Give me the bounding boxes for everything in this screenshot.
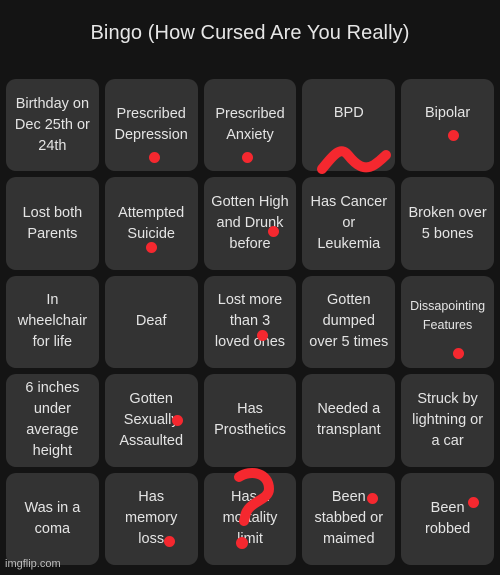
bingo-cell-assaulted[interactable]: Gotten Sexually Assaulted xyxy=(104,374,198,467)
marker-dot-attempted-suicide xyxy=(146,242,157,253)
bingo-cell-dissapointing-features[interactable]: Dissapointing Features xyxy=(401,275,494,369)
cell-label: Broken over 5 bones xyxy=(408,204,487,242)
cell-label: Lost more than 3 loved ones xyxy=(214,292,286,351)
cell-label: Prescribed Anxiety xyxy=(215,106,285,144)
bingo-cell-lost-loved-ones[interactable]: Lost more than 3 loved ones xyxy=(203,275,297,369)
bingo-cell-height[interactable]: 6 inches under average height xyxy=(6,374,99,467)
marker-dot-high-drunk xyxy=(268,226,279,237)
page-title: Bingo (How Cursed Are You Really) xyxy=(90,22,410,44)
marker-dot-bipolar xyxy=(448,130,459,141)
marker-dot-loved-ones xyxy=(257,330,268,341)
cell-label: Lost both Parents xyxy=(22,204,83,242)
cell-label: Attempted Suicide xyxy=(118,204,185,242)
marker-dot-depression xyxy=(149,152,160,163)
cell-label: Been robbed xyxy=(425,499,471,537)
bingo-cell-transplant[interactable]: Needed a transplant xyxy=(302,374,396,467)
bingo-cell-deaf[interactable]: Deaf xyxy=(104,275,198,369)
marker-dot-assaulted xyxy=(172,415,183,426)
bingo-cell-coma[interactable]: Was in a coma xyxy=(6,472,99,565)
cell-label: Dissapointing Features xyxy=(410,298,486,332)
cell-label: Needed a transplant xyxy=(316,401,381,439)
cell-label: Gotten High and Drunk before xyxy=(211,194,289,253)
cell-label: Struck by lightning or a car xyxy=(412,390,484,449)
marker-dot-anxiety xyxy=(242,152,253,163)
cell-label: 6 inches under average height xyxy=(25,380,80,460)
bingo-cell-bpd[interactable]: BPD xyxy=(302,79,396,172)
marker-dot-dissapointing xyxy=(453,348,464,359)
cell-label: Deaf xyxy=(135,313,167,330)
bingo-cell-lost-parents[interactable]: Lost both Parents xyxy=(6,177,99,270)
cell-label: Bipolar xyxy=(425,104,471,121)
bingo-cell-wheelchair[interactable]: In wheelchair for life xyxy=(6,275,99,369)
bingo-cell-struck[interactable]: Struck by lightning or a car xyxy=(401,374,494,467)
bingo-cell-prosthetics[interactable]: Has Prosthetics xyxy=(203,374,297,467)
marker-dot-stabbed xyxy=(367,493,378,504)
cell-label: BPD xyxy=(333,104,364,121)
cell-label: Birthday on Dec 25th or 24th xyxy=(14,95,90,154)
bingo-cell-birthday[interactable]: Birthday on Dec 25th or 24th xyxy=(6,79,99,172)
cell-label: Has a mortality limit xyxy=(222,489,278,548)
marker-dot-robbed xyxy=(468,497,479,508)
cell-label: Has Prosthetics xyxy=(214,401,286,439)
bingo-cell-robbed[interactable]: Been robbed xyxy=(401,472,494,565)
bingo-cell-broken-bones[interactable]: Broken over 5 bones xyxy=(401,177,494,270)
cell-label: Gotten dumped over 5 times xyxy=(309,292,389,351)
cell-label: In wheelchair for life xyxy=(17,292,88,351)
bingo-cell-bipolar[interactable]: Bipolar xyxy=(401,79,494,172)
cell-label: Has Cancer or Leukemia xyxy=(310,194,388,253)
watermark: imgflip.com xyxy=(5,558,61,570)
marker-dot-memory-loss xyxy=(164,536,175,547)
cell-label: Was in a coma xyxy=(24,499,81,537)
bingo-cell-high-drunk[interactable]: Gotten High and Drunk before xyxy=(203,177,297,270)
bingo-cell-mortality-limit[interactable]: Has a mortality limit xyxy=(203,472,297,565)
bingo-cell-memory-loss[interactable]: Has memory loss xyxy=(104,472,198,565)
cell-label: Prescribed Depression xyxy=(114,106,188,144)
bingo-cell-cancer[interactable]: Has Cancer or Leukemia xyxy=(302,177,396,270)
bingo-cell-dumped[interactable]: Gotten dumped over 5 times xyxy=(302,275,396,369)
bingo-cell-attempted-suicide[interactable]: Attempted Suicide xyxy=(104,177,198,270)
bingo-cell-stabbed[interactable]: Been stabbed or maimed xyxy=(302,472,396,565)
